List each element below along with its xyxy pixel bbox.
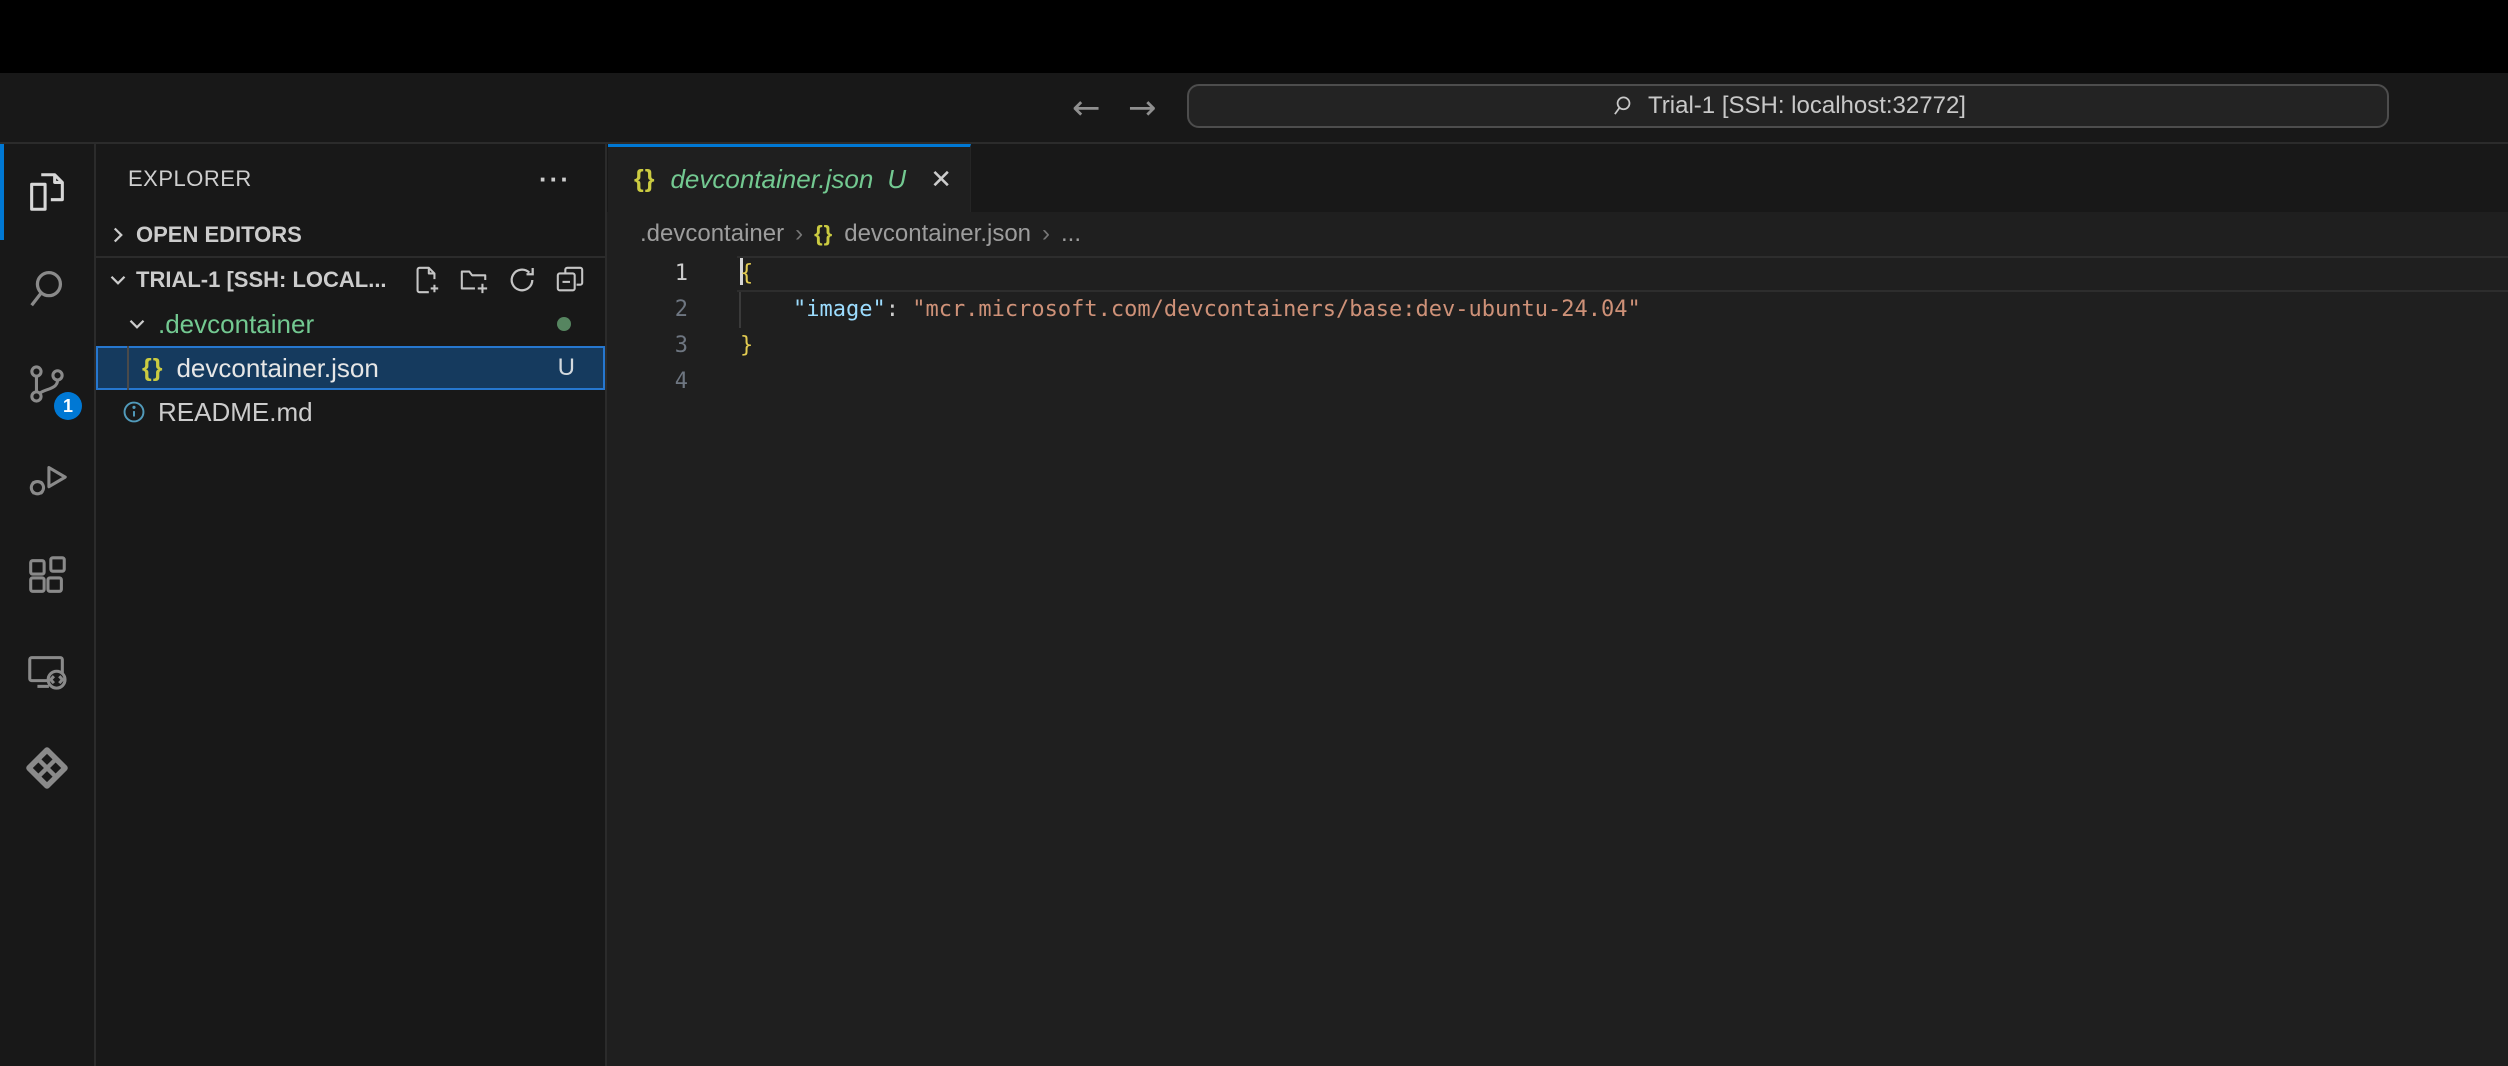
chevron-separator-icon: › <box>795 220 803 248</box>
code-line[interactable]: 1{ <box>607 256 2508 292</box>
workbench: 1 <box>0 144 2508 1066</box>
tab-label: devcontainer.json <box>670 164 873 195</box>
open-editors-header[interactable]: OPEN EDITORS <box>96 214 605 258</box>
files-icon <box>24 169 70 215</box>
line-number[interactable]: 4 <box>607 364 688 400</box>
tree-item-devcontainer-folder[interactable]: .devcontainer <box>96 302 605 346</box>
chevron-separator-icon: › <box>1042 220 1050 248</box>
close-tab-button[interactable]: ✕ <box>930 164 952 195</box>
tree-item-readme[interactable]: README.md <box>96 390 605 434</box>
workspace-label: TRIAL-1 [SSH: LOCAL... <box>136 267 403 293</box>
remote-explorer-icon <box>24 649 70 695</box>
sidebar-title: EXPLORER <box>128 166 252 192</box>
code-line[interactable]: 3} <box>607 328 2508 364</box>
search-icon <box>1610 93 1636 119</box>
code-token: "mcr.microsoft.com/devcontainers/base:de… <box>912 297 1640 322</box>
collapse-all-icon[interactable] <box>555 265 585 295</box>
tab-bar: {} devcontainer.json U ✕ <box>607 144 2508 212</box>
info-icon <box>122 400 146 424</box>
indent-guide <box>739 292 741 328</box>
vscode-window: ← → Trial-1 [SSH: localhost:32772] <box>0 0 2508 1066</box>
chevron-down-icon <box>124 311 150 337</box>
command-center-search[interactable]: Trial-1 [SSH: localhost:32772] <box>1187 84 2389 128</box>
code-token <box>740 297 793 322</box>
top-black-strip <box>0 0 2508 73</box>
tab-devcontainer-json[interactable]: {} devcontainer.json U ✕ <box>608 144 971 212</box>
chevron-down-icon <box>105 267 131 293</box>
explorer-sidebar: EXPLORER ··· OPEN EDITORS TRIAL-1 [SSH: … <box>96 144 607 1066</box>
containers-diamond-icon <box>24 745 70 791</box>
code-token: { <box>740 261 753 286</box>
sidebar-title-row: EXPLORER ··· <box>96 144 605 214</box>
line-content[interactable]: { <box>740 256 753 292</box>
tree-indent-guide <box>127 346 129 390</box>
code-token: } <box>740 333 753 358</box>
code-line[interactable]: 2 "image": "mcr.microsoft.com/devcontain… <box>607 292 2508 328</box>
breadcrumb-file[interactable]: devcontainer.json <box>844 220 1031 248</box>
title-bar: ← → Trial-1 [SSH: localhost:32772] <box>0 73 2508 144</box>
git-untracked-badge: U <box>558 354 575 382</box>
line-content[interactable]: "image": "mcr.microsoft.com/devcontainer… <box>740 292 1641 328</box>
line-content[interactable]: } <box>740 328 753 364</box>
line-number[interactable]: 3 <box>607 328 688 364</box>
json-file-icon: {} <box>814 221 833 247</box>
breadcrumb-folder[interactable]: .devcontainer <box>640 220 784 248</box>
file-name: devcontainer.json <box>176 353 378 384</box>
search-icon <box>24 265 70 311</box>
json-file-icon: {} <box>142 354 163 383</box>
explorer-toolbar <box>403 265 605 295</box>
tab-git-badge: U <box>887 164 906 195</box>
json-file-icon: {} <box>634 165 655 194</box>
folder-name: .devcontainer <box>158 309 314 340</box>
file-tree: .devcontainer {} devcontainer.json U <box>96 302 605 434</box>
code-token: "image" <box>793 297 886 322</box>
navigate-forward-button[interactable]: → <box>1128 73 1157 142</box>
navigate-back-button[interactable]: ← <box>1072 73 1101 142</box>
code-editor[interactable]: 1{2 "image": "mcr.microsoft.com/devconta… <box>607 256 2508 1066</box>
chevron-right-icon <box>105 222 131 248</box>
refresh-icon[interactable] <box>507 265 537 295</box>
code-token: : <box>886 297 913 322</box>
run-debug-activity-button[interactable] <box>0 432 94 528</box>
new-folder-icon[interactable] <box>459 265 489 295</box>
open-editors-label: OPEN EDITORS <box>136 222 605 248</box>
editor-group: {} devcontainer.json U ✕ .devcontainer ›… <box>607 144 2508 1066</box>
breadcrumb-more[interactable]: ... <box>1061 220 1081 248</box>
views-more-actions-button[interactable]: ··· <box>539 164 571 195</box>
extensions-icon <box>24 553 70 599</box>
new-file-icon[interactable] <box>411 265 441 295</box>
breadcrumb: .devcontainer › {} devcontainer.json › .… <box>607 212 2508 256</box>
tree-item-devcontainer-json[interactable]: {} devcontainer.json U <box>96 346 605 390</box>
explorer-activity-button[interactable] <box>0 144 94 240</box>
extensions-activity-button[interactable] <box>0 528 94 624</box>
command-center-text: Trial-1 [SSH: localhost:32772] <box>1648 92 1966 120</box>
activity-bar: 1 <box>0 144 96 1066</box>
remote-explorer-activity-button[interactable] <box>0 624 94 720</box>
line-number[interactable]: 1 <box>607 256 688 292</box>
code-line[interactable]: 4 <box>607 364 2508 400</box>
containers-activity-button[interactable] <box>0 720 94 816</box>
debug-icon <box>24 457 70 503</box>
git-modified-dot <box>557 317 571 331</box>
search-activity-button[interactable] <box>0 240 94 336</box>
workspace-header[interactable]: TRIAL-1 [SSH: LOCAL... <box>96 258 605 302</box>
source-control-badge: 1 <box>54 392 82 420</box>
file-name: README.md <box>158 397 313 428</box>
line-number[interactable]: 2 <box>607 292 688 328</box>
source-control-activity-button[interactable]: 1 <box>0 336 94 432</box>
